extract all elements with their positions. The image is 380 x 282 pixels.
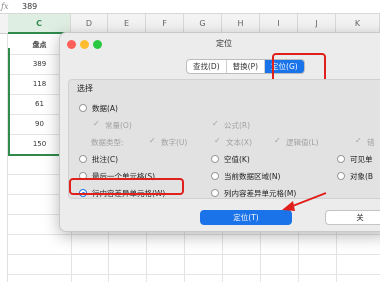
column-header-j[interactable]: J bbox=[298, 14, 336, 34]
radio-visible[interactable] bbox=[337, 155, 345, 163]
label-logical: 逻辑值(L) bbox=[286, 138, 319, 147]
label-number: 数字(U) bbox=[161, 138, 188, 147]
label-comment: 批注(C) bbox=[92, 155, 119, 164]
radio-blank[interactable] bbox=[211, 155, 219, 163]
checkbox-constant[interactable]: ✓ bbox=[93, 119, 100, 128]
radio-comment[interactable] bbox=[79, 155, 87, 163]
tab-replace[interactable]: 替换(P) bbox=[227, 60, 266, 73]
checkbox-formula[interactable]: ✓ bbox=[212, 119, 219, 128]
label-current-region: 当前数据区域(N) bbox=[224, 172, 281, 181]
label-blank: 空值(K) bbox=[224, 155, 250, 164]
column-header-bar: C D E F G H I J K bbox=[0, 14, 380, 34]
column-header-k[interactable]: K bbox=[336, 14, 380, 34]
label-data-type: 数据类型: bbox=[91, 138, 124, 147]
section-label: 选择 bbox=[77, 84, 93, 93]
function-icon: ƒx bbox=[1, 2, 9, 11]
column-header-i[interactable]: I bbox=[260, 14, 298, 34]
label-visible: 可见单 bbox=[350, 155, 373, 164]
column-header-d[interactable]: D bbox=[71, 14, 108, 34]
column-header-g[interactable]: G bbox=[184, 14, 222, 34]
formula-value[interactable]: 389 bbox=[22, 0, 37, 13]
column-header-f[interactable]: F bbox=[146, 14, 184, 34]
radio-col-diff[interactable] bbox=[211, 189, 219, 197]
checkbox-error[interactable]: ✓ bbox=[355, 136, 362, 145]
label-data: 数据(A) bbox=[92, 104, 118, 113]
checkbox-logical[interactable]: ✓ bbox=[274, 136, 281, 145]
option-annotation-box bbox=[69, 178, 184, 195]
radio-object[interactable] bbox=[337, 172, 345, 180]
tab-find[interactable]: 查找(D) bbox=[187, 60, 227, 73]
column-header-e[interactable]: E bbox=[108, 14, 146, 34]
close-button[interactable]: 关 bbox=[325, 210, 380, 225]
goto-dialog: 定位 查找(D) 替换(P) 定位(G) 选择 数据(A) ✓ 常量(O) ✓ … bbox=[59, 32, 380, 232]
column-header-h[interactable]: H bbox=[222, 14, 260, 34]
locate-button[interactable]: 定位(T) bbox=[200, 210, 292, 225]
radio-data[interactable] bbox=[79, 104, 87, 112]
column-header-c[interactable]: C bbox=[8, 14, 71, 34]
dialog-titlebar[interactable]: 定位 bbox=[60, 33, 380, 57]
label-error: 错 bbox=[367, 138, 375, 147]
checkbox-number[interactable]: ✓ bbox=[149, 136, 156, 145]
formula-bar[interactable]: ƒx 389 bbox=[0, 0, 380, 14]
label-constant: 常量(O) bbox=[105, 121, 132, 130]
label-col-diff: 列内容差异单元格(M) bbox=[224, 189, 297, 198]
row-header-strip bbox=[0, 34, 8, 282]
dialog-title: 定位 bbox=[216, 39, 232, 48]
radio-current-region[interactable] bbox=[211, 172, 219, 180]
label-formula: 公式(R) bbox=[224, 121, 251, 130]
label-object: 对象(B bbox=[350, 172, 374, 181]
label-text: 文本(X) bbox=[226, 138, 252, 147]
checkbox-text[interactable]: ✓ bbox=[214, 136, 221, 145]
